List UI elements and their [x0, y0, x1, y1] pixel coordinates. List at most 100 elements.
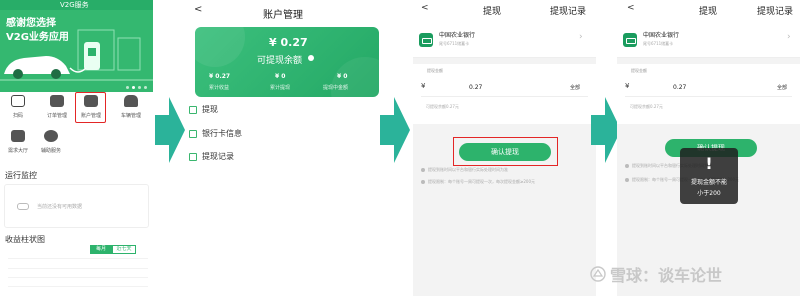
grid-label: 需求大厅 — [7, 148, 28, 154]
status-bar: V2G服务 — [0, 0, 153, 10]
amount-label: 提现金额 — [631, 68, 647, 73]
snowball-logo-icon — [590, 266, 606, 282]
info-dot-icon — [421, 180, 425, 184]
page-title: 提现 — [483, 7, 502, 17]
monitor-panel: 当前还没有可用数据 — [4, 184, 149, 228]
stat-pending-value: ¥ 0 — [337, 73, 348, 80]
grid-label: 车辆管理 — [120, 113, 141, 119]
back-icon[interactable]: < — [421, 3, 429, 13]
tab-label: 近七天 — [116, 246, 132, 252]
grid-label: 辅助服务 — [40, 148, 61, 154]
back-icon[interactable]: < — [194, 4, 202, 15]
info-icon[interactable] — [308, 55, 314, 61]
grid-item-demand[interactable]: 需求大厅 — [3, 130, 33, 154]
step-arrow-1 — [155, 97, 185, 163]
confirm-highlight-box — [453, 137, 558, 166]
withdraw-records-link[interactable]: 提现记录 — [550, 4, 586, 17]
nav-header: < 账户管理 — [185, 0, 385, 22]
demand-icon — [11, 130, 25, 142]
stat-pending-label: 提现中金额 — [323, 85, 349, 91]
amount-label: 提现金额 — [427, 68, 443, 73]
back-icon[interactable]: < — [627, 3, 635, 13]
info-dot-icon — [421, 168, 425, 172]
menu-label: 银行卡信息 — [202, 129, 242, 138]
step-arrow-2 — [380, 97, 410, 163]
chart-tab-monthly[interactable]: 每月 — [90, 245, 112, 254]
withdraw-screen: < 提现 提现记录 中国农业银行 尾号6711储蓄卡 › 提现金额 ¥ 0.27… — [413, 0, 596, 296]
v2g-home-screen: V2G服务 感谢您选择 V2G业务应用 扫码 订单管理 账户管理 车辆管理 需求… — [0, 0, 153, 296]
bank-card-icon — [189, 129, 197, 138]
toast-line-1: 提现金额不能 — [690, 179, 727, 186]
page-title: V2G服务 — [60, 1, 89, 9]
amount-input[interactable]: 0.27 — [673, 84, 686, 91]
bank-card-row[interactable]: 中国农业银行 尾号6711储蓄卡 › — [617, 22, 800, 58]
watermark-text: 雪球：谈车论世 — [610, 266, 723, 285]
banner-pager — [126, 86, 147, 89]
empty-car-icon — [17, 203, 29, 210]
amount-input[interactable]: 0.27 — [469, 84, 482, 91]
grid-item-vehicles[interactable]: 车辆管理 — [116, 95, 146, 119]
amount-underline — [625, 96, 792, 97]
promo-banner[interactable]: 感谢您选择 V2G业务应用 — [0, 10, 153, 92]
amount-underline — [421, 96, 588, 97]
help-icon — [44, 130, 58, 142]
menu-item-withdraw-records[interactable]: 提现记录 — [189, 151, 234, 162]
spacer — [413, 58, 596, 64]
error-toast: ! 提现金额不能 小于200 — [680, 148, 738, 204]
bank-card-tail: 尾号6711储蓄卡 — [643, 41, 674, 46]
grid-item-ancillary[interactable]: 辅助服务 — [36, 130, 66, 154]
monitor-empty-text: 当前还没有可用数据 — [37, 204, 83, 210]
grid-item-orders[interactable]: 订单管理 — [42, 95, 72, 119]
account-management-screen: < 账户管理 ¥ 0.27 可提现余额 ¥ 0.27 累计收益 ¥ 0 累计提现… — [185, 0, 385, 296]
note-text: 提现到账时间以平台和银行实际处理时间为准 — [428, 167, 508, 172]
withdraw-all-button[interactable]: 全部 — [570, 84, 580, 91]
menu-label: 提现 — [202, 105, 218, 114]
grid-item-scan[interactable]: 扫码 — [3, 95, 33, 119]
revenue-chart-area — [8, 258, 148, 294]
toast-line-2: 小于200 — [697, 190, 721, 197]
note-text: 提现限制：每个账号一周可提现一次，每次提现金额≥200元 — [428, 179, 535, 184]
monitor-title: 运行监控 — [5, 171, 37, 180]
warning-icon: ! — [705, 154, 713, 173]
currency-symbol: ¥ — [421, 82, 426, 90]
tab-label: 每月 — [95, 246, 106, 252]
available-balance: 可提现余额0.27元 — [630, 104, 663, 109]
car-icon — [124, 95, 138, 107]
bank-name: 中国农业银行 — [439, 32, 476, 39]
page-title: 账户管理 — [263, 10, 303, 21]
stat-total-withdrawn-label: 累计提现 — [270, 85, 291, 91]
note-limit: 提现限制：每个账号一周可提现一次，每次提现金额≥200元 — [421, 179, 535, 185]
grid-label: 订单管理 — [46, 113, 67, 119]
withdraw-records-link[interactable]: 提现记录 — [757, 4, 793, 17]
bank-name: 中国农业银行 — [643, 32, 680, 39]
stat-total-earnings-label: 累计收益 — [209, 85, 230, 91]
nav-header: < 提现 提现记录 — [617, 0, 800, 22]
stat-total-earnings-value: ¥ 0.27 — [209, 73, 231, 80]
withdraw-all-button[interactable]: 全部 — [777, 84, 787, 91]
menu-item-bank-card[interactable]: 银行卡信息 — [189, 128, 242, 139]
page-title: 提现 — [699, 7, 718, 17]
banner-line-2: V2G业务应用 — [6, 32, 69, 43]
available-balance: 可提现余额0.27元 — [426, 104, 459, 109]
currency-symbol: ¥ — [625, 82, 630, 90]
stat-total-withdrawn-value: ¥ 0 — [275, 73, 286, 80]
chart-title: 收益柱状图 — [5, 235, 45, 244]
info-dot-icon — [625, 164, 629, 168]
bank-card-tail: 尾号6711储蓄卡 — [439, 41, 470, 46]
bank-card-icon — [419, 33, 433, 47]
chevron-right-icon: › — [787, 32, 791, 42]
banner-line-1: 感谢您选择 — [6, 18, 56, 29]
note-arrival: 提现到账时间以平台和银行实际处理时间为准 — [421, 167, 508, 173]
bank-card-icon — [623, 33, 637, 47]
info-dot-icon — [625, 178, 629, 182]
watermark: 雪球：谈车论世 — [590, 262, 722, 286]
chevron-right-icon: › — [579, 32, 583, 42]
menu-item-withdraw[interactable]: 提现 — [189, 104, 218, 115]
bank-card-row[interactable]: 中国农业银行 尾号6711储蓄卡 › — [413, 22, 596, 58]
records-icon — [189, 152, 197, 161]
nav-header: < 提现 提现记录 — [413, 0, 596, 22]
account-highlight-box — [75, 92, 106, 123]
balance-label: 可提现余额 — [257, 56, 303, 66]
grid-label: 扫码 — [12, 113, 23, 119]
chart-tab-7days[interactable]: 近七天 — [112, 245, 136, 254]
